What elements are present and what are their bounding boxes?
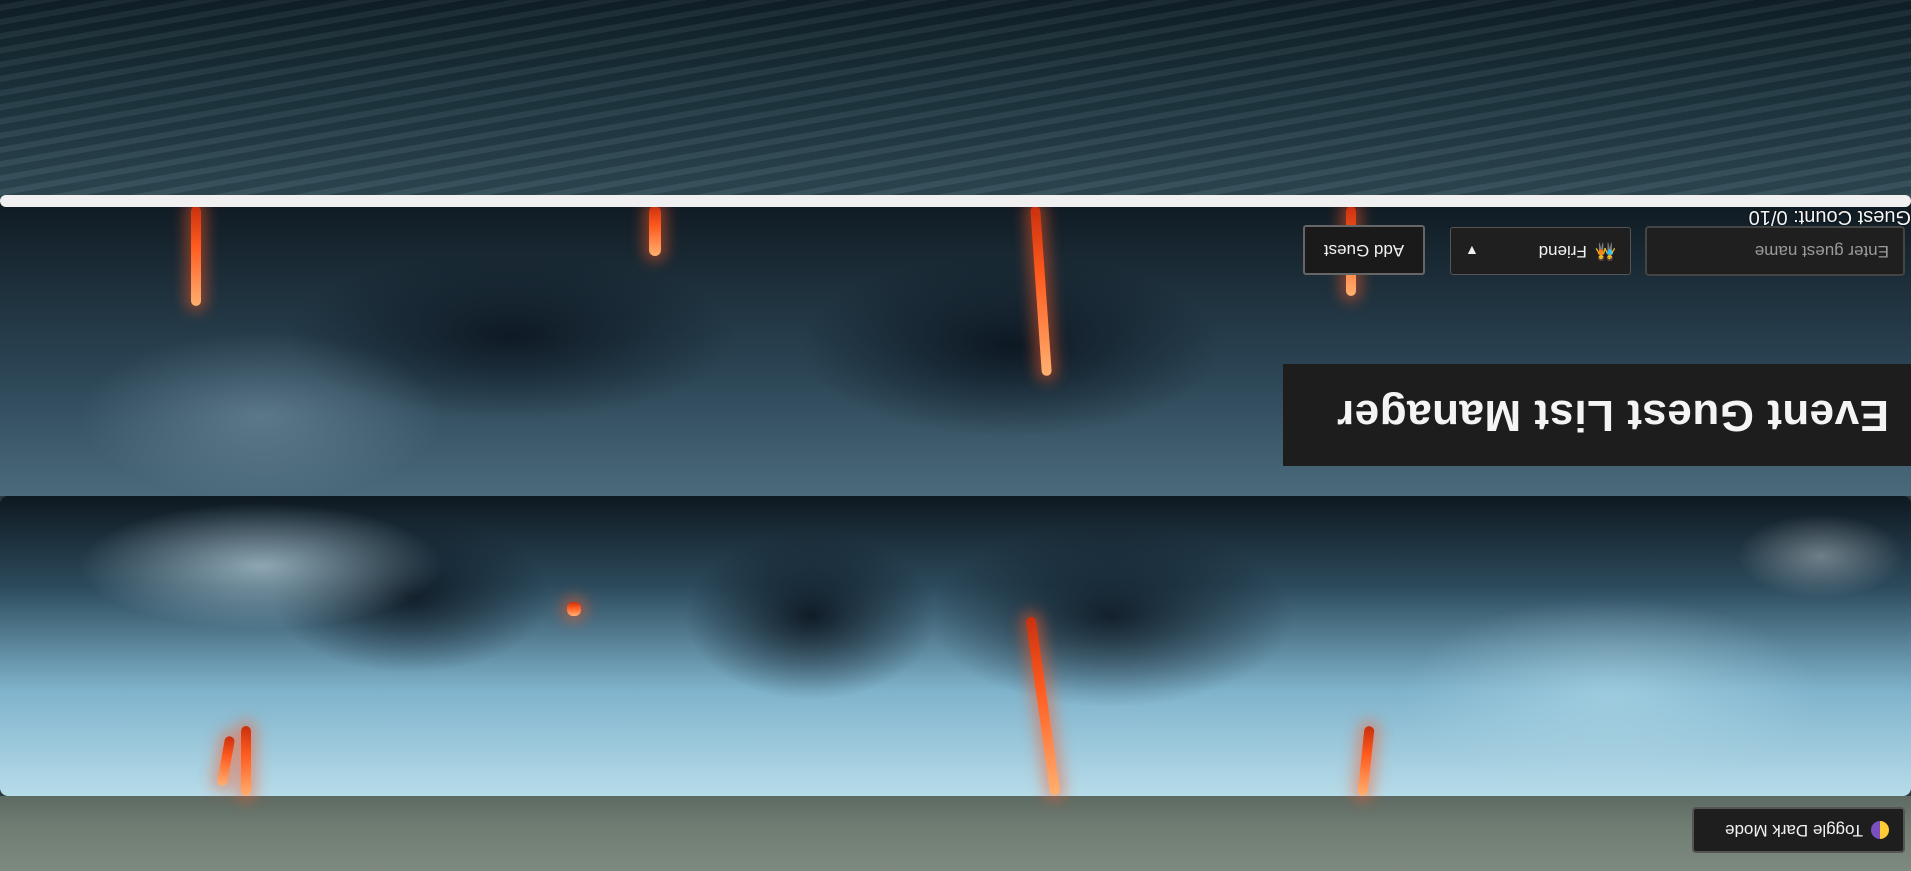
horizontal-divider <box>0 195 1911 207</box>
chevron-down-icon: ▼ <box>1465 243 1479 259</box>
flipped-page: Toggle Dark Mode Event Guest List Manage… <box>0 0 1911 871</box>
page-title: Event Guest List Manager <box>1336 391 1889 440</box>
lava-flow <box>216 735 236 787</box>
people-icon: 🧑‍🤝‍🧑 <box>1594 242 1616 261</box>
lava-glow <box>567 602 581 616</box>
guest-category-select[interactable]: 🧑‍🤝‍🧑 Friend ▼ <box>1450 227 1631 275</box>
lava-flow <box>1025 616 1061 796</box>
toggle-dark-mode-label: Toggle Dark Mode <box>1725 821 1863 840</box>
background-sky <box>0 796 1911 871</box>
guest-name-input[interactable] <box>1645 226 1905 276</box>
lava-flow <box>191 206 201 306</box>
lava-flow <box>649 206 661 256</box>
guest-count-label: Guest Count: 0/10 <box>1748 206 1911 228</box>
background-sea <box>0 0 1911 200</box>
toggle-dark-mode-button[interactable]: Toggle Dark Mode <box>1692 807 1905 853</box>
guest-category-value: Friend <box>1538 242 1587 261</box>
add-guest-button[interactable]: Add Guest <box>1303 225 1425 275</box>
guest-count: Guest Count: 0/10 <box>1749 205 1911 228</box>
lava-flow <box>241 726 251 796</box>
half-moon-icon <box>1871 821 1889 839</box>
lava-flow <box>1030 205 1052 377</box>
header-panel: Event Guest List Manager <box>1283 364 1911 466</box>
lava-flow <box>1357 725 1375 797</box>
background-lava-photo <box>0 496 1911 797</box>
